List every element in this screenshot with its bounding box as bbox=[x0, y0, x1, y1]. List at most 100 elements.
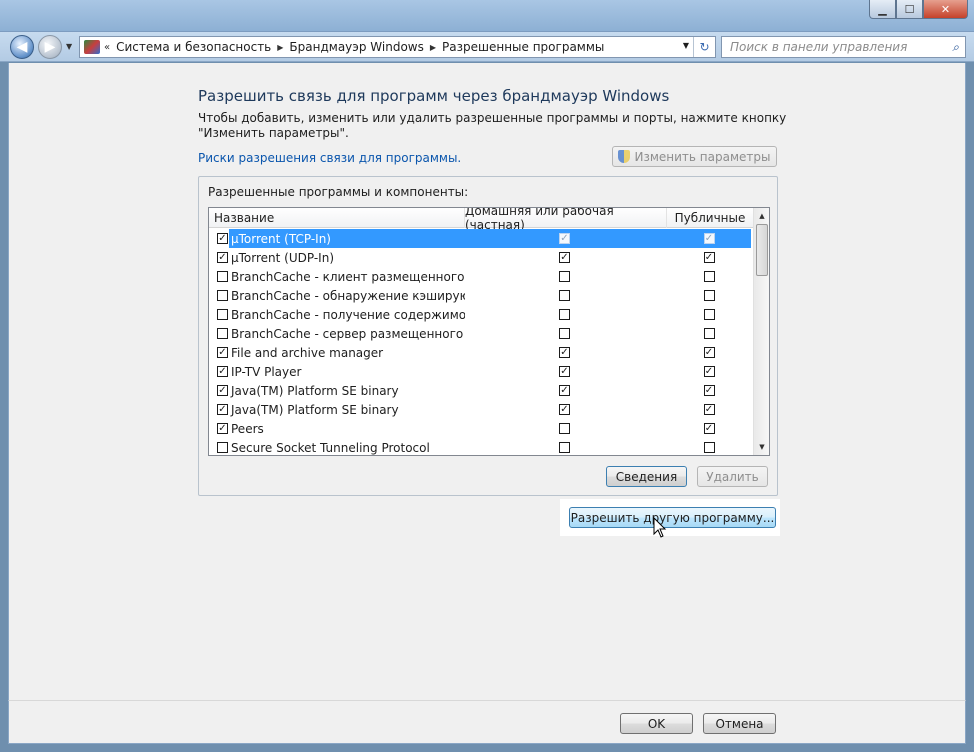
delete-button[interactable]: Удалить bbox=[697, 466, 768, 487]
risks-link[interactable]: Риски разрешения связи для программы. bbox=[198, 151, 461, 165]
window-controls: ▁ ☐ ✕ bbox=[869, 0, 968, 19]
enabled-checkbox[interactable]: ✓ bbox=[217, 385, 228, 396]
program-name: BranchCache - клиент размещенного кэ... bbox=[231, 269, 465, 284]
home-checkbox[interactable]: ✓ bbox=[559, 385, 570, 396]
row-home-cell: ✓ bbox=[465, 366, 667, 377]
row-home-cell bbox=[465, 290, 667, 301]
breadcrumb-allowed-programs[interactable]: Разрешенные программы bbox=[442, 40, 604, 54]
row-name-cell: ✓ IP-TV Player bbox=[209, 365, 465, 379]
search-input[interactable]: Поиск в панели управления ⌕ bbox=[721, 36, 966, 58]
public-checkbox[interactable] bbox=[703, 309, 715, 320]
table-row[interactable]: ✓ IP-TV Player ✓ ✓ bbox=[209, 362, 754, 381]
table-row[interactable]: BranchCache - получение содержимого ... bbox=[209, 305, 754, 324]
public-checkbox[interactable] bbox=[703, 271, 715, 282]
home-checkbox[interactable]: ✓ bbox=[559, 233, 570, 244]
home-checkbox[interactable] bbox=[559, 309, 570, 320]
public-checkbox[interactable] bbox=[703, 442, 715, 453]
vertical-scrollbar[interactable]: ▲ ▼ bbox=[753, 208, 769, 455]
table-row[interactable]: ✓ Java(TM) Platform SE binary ✓ ✓ bbox=[209, 381, 754, 400]
search-icon[interactable]: ⌕ bbox=[952, 40, 959, 55]
hidden-crumbs-chevron[interactable]: « bbox=[104, 42, 110, 53]
programs-list[interactable]: Название Домашняя или рабочая (частная) … bbox=[208, 207, 770, 456]
enabled-checkbox[interactable] bbox=[217, 442, 228, 453]
scroll-up-icon[interactable]: ▲ bbox=[754, 208, 769, 224]
public-checkbox[interactable]: ✓ bbox=[703, 252, 715, 263]
cancel-button[interactable]: Отмена bbox=[703, 713, 776, 734]
table-row[interactable]: BranchCache - обнаружение кэширующ... bbox=[209, 286, 754, 305]
table-row[interactable]: ✓ µTorrent (UDP-In) ✓ ✓ bbox=[209, 248, 754, 267]
table-row[interactable]: BranchCache - клиент размещенного кэ... bbox=[209, 267, 754, 286]
home-checkbox[interactable]: ✓ bbox=[559, 347, 570, 358]
row-name-cell: ✓ µTorrent (TCP-In) bbox=[209, 231, 465, 246]
row-home-cell bbox=[465, 442, 667, 453]
column-header-home[interactable]: Домашняя или рабочая (частная) bbox=[465, 208, 667, 232]
home-checkbox[interactable] bbox=[559, 442, 570, 453]
column-header-public[interactable]: Публичные bbox=[667, 208, 754, 228]
ok-button[interactable]: OK bbox=[620, 713, 693, 734]
change-settings-button[interactable]: Изменить параметры bbox=[612, 146, 777, 167]
enabled-checkbox[interactable] bbox=[217, 290, 228, 301]
home-checkbox[interactable] bbox=[559, 423, 570, 434]
mouse-cursor-icon bbox=[653, 517, 667, 538]
enabled-checkbox[interactable]: ✓ bbox=[217, 423, 228, 434]
table-row[interactable]: BranchCache - сервер размещенного кэ... bbox=[209, 324, 754, 343]
table-row[interactable]: Secure Socket Tunneling Protocol bbox=[209, 438, 754, 455]
enabled-checkbox[interactable] bbox=[217, 271, 228, 282]
breadcrumb-windows-firewall[interactable]: Брандмауэр Windows bbox=[289, 40, 423, 54]
enabled-checkbox[interactable]: ✓ bbox=[217, 233, 228, 244]
enabled-checkbox[interactable]: ✓ bbox=[217, 347, 228, 358]
navigation-bar: ◀ ▶ ▼ « Система и безопасность ▶ Брандма… bbox=[0, 32, 974, 62]
back-button[interactable]: ◀ bbox=[10, 35, 34, 59]
home-checkbox[interactable]: ✓ bbox=[559, 404, 570, 415]
public-checkbox[interactable]: ✓ bbox=[703, 423, 715, 434]
enabled-checkbox[interactable]: ✓ bbox=[217, 252, 228, 263]
table-row[interactable]: ✓ File and archive manager ✓ ✓ bbox=[209, 343, 754, 362]
home-checkbox[interactable]: ✓ bbox=[559, 366, 570, 377]
address-dropdown-icon[interactable]: ▼ bbox=[683, 41, 689, 50]
uac-shield-icon bbox=[618, 150, 631, 163]
close-button[interactable]: ✕ bbox=[923, 0, 968, 19]
public-checkbox[interactable]: ✓ bbox=[703, 233, 715, 244]
details-button[interactable]: Сведения bbox=[606, 466, 687, 487]
enabled-checkbox[interactable] bbox=[217, 309, 228, 320]
scroll-down-icon[interactable]: ▼ bbox=[754, 439, 769, 455]
breadcrumb-separator-icon[interactable]: ▶ bbox=[277, 43, 283, 52]
breadcrumb-separator-icon[interactable]: ▶ bbox=[430, 43, 436, 52]
public-checkbox[interactable] bbox=[703, 328, 715, 339]
row-public-cell: ✓ bbox=[667, 233, 754, 244]
maximize-button[interactable]: ☐ bbox=[896, 0, 923, 19]
row-name-cell: BranchCache - получение содержимого ... bbox=[209, 308, 465, 322]
minimize-button[interactable]: ▁ bbox=[869, 0, 896, 19]
enabled-checkbox[interactable]: ✓ bbox=[217, 366, 228, 377]
public-checkbox[interactable] bbox=[703, 290, 715, 301]
column-header-name[interactable]: Название bbox=[209, 208, 465, 228]
forward-button[interactable]: ▶ bbox=[38, 35, 62, 59]
home-checkbox[interactable]: ✓ bbox=[559, 252, 570, 263]
table-row[interactable]: ✓ µTorrent (TCP-In) ✓ ✓ bbox=[209, 229, 754, 248]
search-placeholder: Поиск в панели управления bbox=[730, 40, 908, 54]
breadcrumb-system-security[interactable]: Система и безопасность bbox=[116, 40, 271, 54]
home-checkbox[interactable] bbox=[559, 290, 570, 301]
program-name: BranchCache - сервер размещенного кэ... bbox=[231, 326, 465, 341]
refresh-button[interactable]: ↻ bbox=[693, 37, 715, 57]
row-home-cell: ✓ bbox=[465, 252, 667, 263]
row-public-cell: ✓ bbox=[667, 252, 754, 263]
row-name-cell: ✓ Java(TM) Platform SE binary bbox=[209, 384, 465, 398]
address-bar[interactable]: « Система и безопасность ▶ Брандмауэр Wi… bbox=[79, 36, 716, 58]
allow-another-program-button[interactable]: Разрешить другую программу... bbox=[569, 507, 776, 528]
row-home-cell: ✓ bbox=[465, 347, 667, 358]
public-checkbox[interactable]: ✓ bbox=[703, 385, 715, 396]
scrollbar-thumb[interactable] bbox=[756, 224, 768, 276]
row-home-cell bbox=[465, 271, 667, 282]
home-checkbox[interactable] bbox=[559, 271, 570, 282]
enabled-checkbox[interactable] bbox=[217, 328, 228, 339]
public-checkbox[interactable]: ✓ bbox=[703, 404, 715, 415]
table-row[interactable]: ✓ Java(TM) Platform SE binary ✓ ✓ bbox=[209, 400, 754, 419]
recent-pages-dropdown[interactable]: ▼ bbox=[66, 42, 72, 51]
home-checkbox[interactable] bbox=[559, 328, 570, 339]
public-checkbox[interactable]: ✓ bbox=[703, 347, 715, 358]
public-checkbox[interactable]: ✓ bbox=[703, 366, 715, 377]
table-row[interactable]: ✓ Peers ✓ bbox=[209, 419, 754, 438]
enabled-checkbox[interactable]: ✓ bbox=[217, 404, 228, 415]
row-name-cell: ✓ Java(TM) Platform SE binary bbox=[209, 403, 465, 417]
